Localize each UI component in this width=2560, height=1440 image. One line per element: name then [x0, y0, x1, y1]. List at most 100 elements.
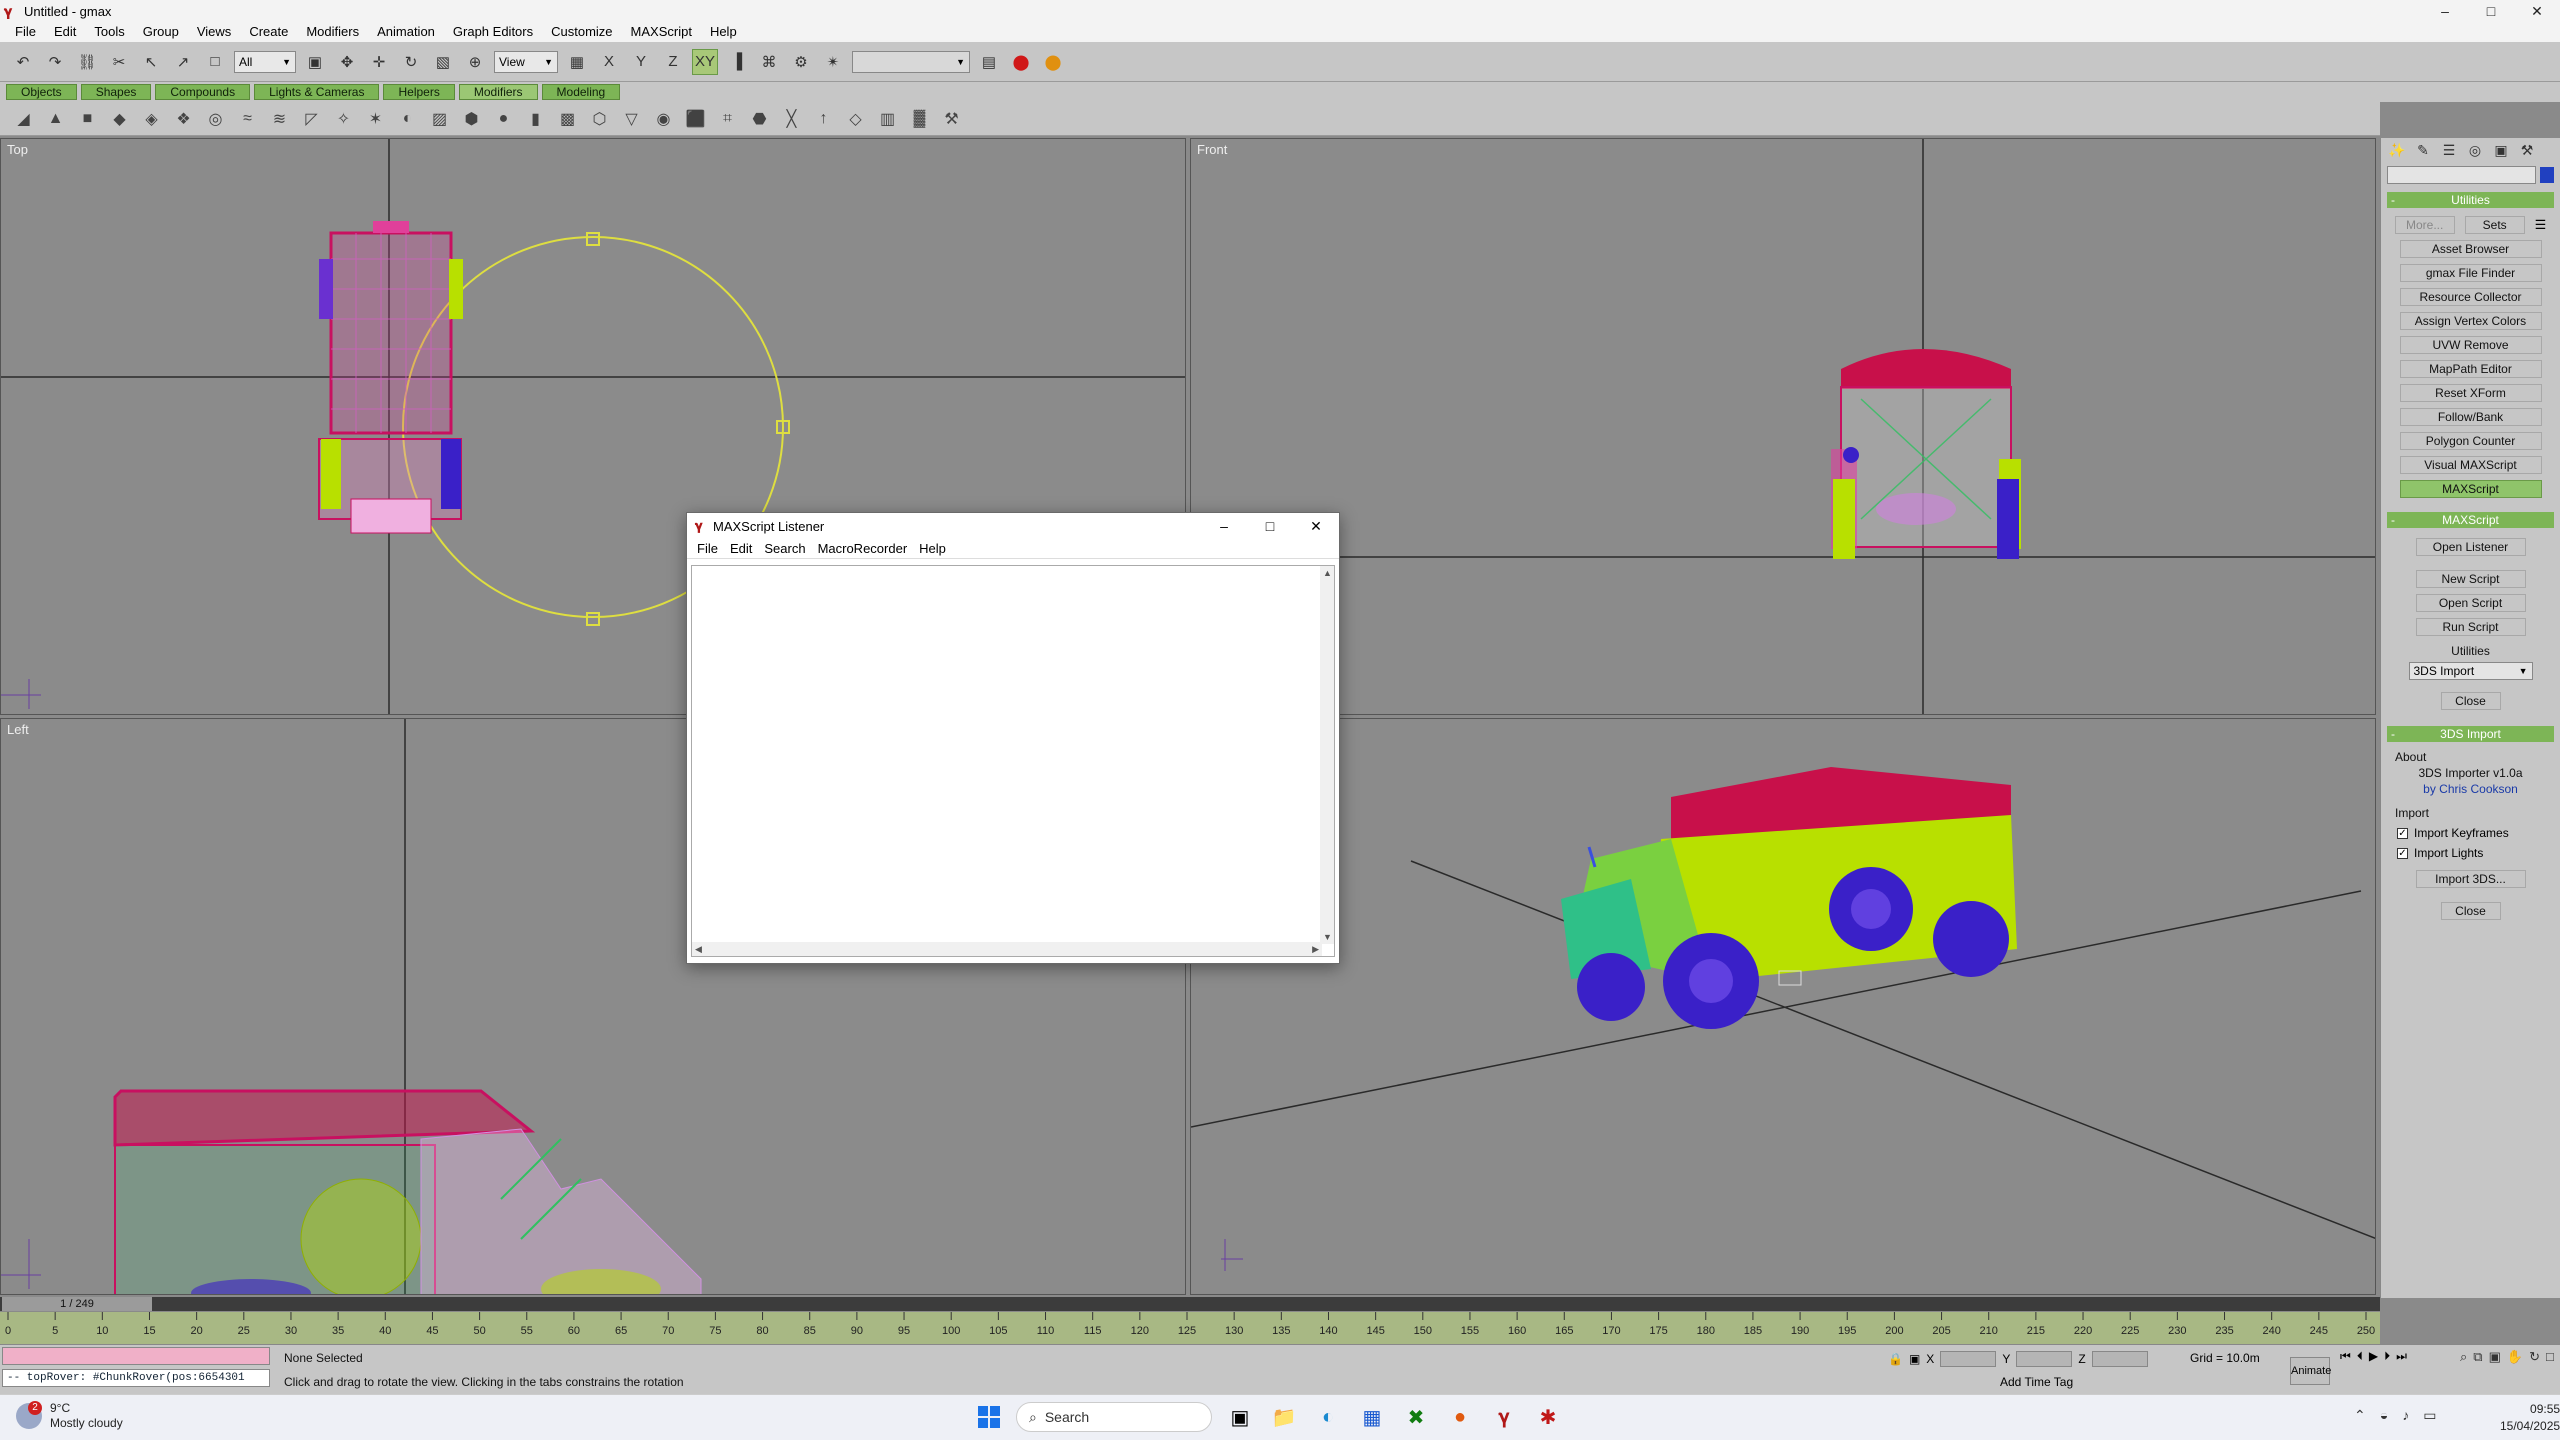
smooth-icon[interactable]: ◇: [842, 105, 869, 132]
microsoft-store-icon[interactable]: ▦: [1356, 1401, 1388, 1433]
menu-tools[interactable]: Tools: [85, 22, 133, 42]
resource-collector-button[interactable]: Resource Collector: [2399, 288, 2542, 306]
gmax-file-finder-button[interactable]: gmax File Finder: [2399, 264, 2542, 282]
quick-render-icon[interactable]: ⬤: [1040, 49, 1066, 75]
object-color-swatch[interactable]: [2540, 167, 2554, 183]
reset-xform-button[interactable]: Reset XForm: [2399, 384, 2542, 402]
lock-selection-icon[interactable]: 🔒: [1888, 1352, 1903, 1366]
more-button[interactable]: More...: [2394, 216, 2455, 234]
start-button[interactable]: [974, 1402, 1004, 1432]
import-keyframes-checkbox[interactable]: ✓ Import Keyframes: [2397, 826, 2560, 840]
maximize-viewport-icon[interactable]: □: [2546, 1349, 2554, 1365]
scroll-down-icon[interactable]: ▼: [1323, 932, 1332, 942]
network-icon[interactable]: ◒: [2380, 1407, 2388, 1424]
xy-plane-button[interactable]: XY: [692, 48, 718, 75]
utilities-panel-icon[interactable]: ⚒: [2517, 141, 2537, 159]
z-coordinate-field[interactable]: [2091, 1351, 2148, 1367]
noise-icon[interactable]: ◆: [106, 105, 133, 132]
zoom-all-icon[interactable]: ⧉: [2473, 1349, 2482, 1365]
modify-panel-icon[interactable]: ✎: [2413, 141, 2433, 159]
edit-mesh-icon[interactable]: ⬣: [746, 105, 773, 132]
follow-bank-button[interactable]: Follow/Bank: [2399, 408, 2542, 426]
scroll-right-icon[interactable]: ▶: [1312, 944, 1319, 955]
listener-menu-search[interactable]: Search: [758, 541, 811, 556]
scroll-left-icon[interactable]: ◀: [695, 944, 702, 955]
select-object-icon[interactable]: ↖: [138, 49, 164, 75]
align-icon[interactable]: ⚙: [788, 49, 814, 75]
previous-frame-icon[interactable]: ⏴: [2357, 1349, 2363, 1364]
move-constrained-icon[interactable]: ✛: [366, 49, 392, 75]
move-icon[interactable]: ✥: [334, 49, 360, 75]
menu-customize[interactable]: Customize: [542, 22, 621, 42]
tessellate-icon[interactable]: ◉: [650, 105, 677, 132]
scroll-up-icon[interactable]: ▲: [1323, 568, 1332, 578]
polygon-counter-button[interactable]: Polygon Counter: [2399, 432, 2542, 450]
speaker-icon[interactable]: ♪: [2402, 1407, 2409, 1424]
open-script-button[interactable]: Open Script: [2415, 594, 2526, 612]
edge-browser-icon[interactable]: ◐: [1312, 1401, 1344, 1433]
viewport-perspective[interactable]: [1190, 718, 2376, 1295]
material-editor-icon[interactable]: ▤: [976, 49, 1002, 75]
maxscript-utility-button[interactable]: MAXScript: [2399, 480, 2542, 498]
undo-icon[interactable]: ↶: [10, 49, 36, 75]
z-axis-icon[interactable]: Z: [660, 49, 686, 75]
selection-filter-select[interactable]: All ▼: [234, 50, 296, 73]
close-import-button[interactable]: Close: [2440, 902, 2501, 920]
absolute-mode-icon[interactable]: ▣: [1909, 1352, 1920, 1366]
arc-rotate-icon[interactable]: ↻: [2529, 1349, 2540, 1365]
play-icon[interactable]: ▶: [2369, 1349, 2378, 1364]
twist-icon[interactable]: ■: [74, 105, 101, 132]
rotate-icon[interactable]: ↻: [398, 49, 424, 75]
push-icon[interactable]: ▨: [426, 105, 453, 132]
assign-vertex-colors-button[interactable]: Assign Vertex Colors: [2399, 312, 2542, 330]
tray-overflow-icon[interactable]: ⌃: [2354, 1407, 2366, 1424]
display-panel-icon[interactable]: ▣: [2491, 141, 2511, 159]
spherify-icon[interactable]: ◐: [394, 105, 421, 132]
go-to-start-icon[interactable]: ⏮: [2340, 1349, 2351, 1364]
ffd-icon[interactable]: ❖: [170, 105, 197, 132]
maxscript-taskbar-icon[interactable]: ✱: [1532, 1401, 1564, 1433]
maximize-button[interactable]: □: [2468, 0, 2514, 22]
firefox-icon[interactable]: ●: [1444, 1401, 1476, 1433]
cylinder-icon[interactable]: ▮: [522, 105, 549, 132]
extrude-icon[interactable]: ⬛: [682, 105, 709, 132]
new-script-button[interactable]: New Script: [2415, 570, 2526, 588]
link-icon[interactable]: ⛓: [74, 49, 100, 75]
xbox-icon[interactable]: ✖: [1400, 1401, 1432, 1433]
region-select-icon[interactable]: □: [202, 49, 228, 75]
reference-coord-select[interactable]: View ▼: [494, 50, 558, 73]
checkbox-checked-icon[interactable]: ✓: [2397, 827, 2408, 839]
zoom-extents-icon[interactable]: ▣: [2489, 1349, 2501, 1365]
mesh-smooth-icon[interactable]: ⬡: [586, 105, 613, 132]
relax-icon[interactable]: ✶: [362, 105, 389, 132]
add-time-tag-button[interactable]: Add Time Tag: [2000, 1375, 2073, 1389]
configure-sets-icon[interactable]: ☰: [2535, 217, 2547, 233]
pan-icon[interactable]: ✋: [2507, 1349, 2523, 1365]
file-explorer-icon[interactable]: 📁: [1268, 1401, 1300, 1433]
checker-icon[interactable]: ▓: [906, 105, 933, 132]
go-to-end-icon[interactable]: ⏭: [2396, 1349, 2407, 1364]
menu-modifiers[interactable]: Modifiers: [297, 22, 368, 42]
battery-icon[interactable]: ▭: [2423, 1407, 2436, 1424]
3ds-import-rollout-header[interactable]: -3DS Import: [2387, 726, 2554, 742]
mini-listener-output[interactable]: -- topRover: #ChunkRover(pos:6654301: [2, 1369, 270, 1387]
create-panel-icon[interactable]: ✨: [2387, 141, 2407, 159]
import-lights-checkbox[interactable]: ✓ Import Lights: [2397, 846, 2560, 860]
menu-views[interactable]: Views: [188, 22, 240, 42]
animate-button[interactable]: Animate: [2290, 1357, 2331, 1385]
tab-lights-cameras[interactable]: Lights & Cameras: [254, 84, 380, 100]
checkbox-checked-icon[interactable]: ✓: [2397, 847, 2408, 859]
utilities-rollout-header[interactable]: - Utilities: [2387, 192, 2554, 208]
use-center-icon[interactable]: ▦: [564, 49, 590, 75]
taper-icon[interactable]: ▲: [42, 105, 69, 132]
sets-button[interactable]: Sets: [2464, 216, 2525, 234]
listener-menu-file[interactable]: File: [691, 541, 724, 556]
open-listener-button[interactable]: Open Listener: [2415, 538, 2526, 556]
object-name-field[interactable]: [2387, 166, 2536, 184]
menu-animation[interactable]: Animation: [368, 22, 444, 42]
x-coordinate-field[interactable]: [1940, 1351, 1997, 1367]
select-by-name-icon[interactable]: ↗: [170, 49, 196, 75]
mesh-select-icon[interactable]: ⬢: [458, 105, 485, 132]
listener-minimize-button[interactable]: –: [1201, 513, 1247, 539]
menu-file[interactable]: File: [6, 22, 45, 42]
